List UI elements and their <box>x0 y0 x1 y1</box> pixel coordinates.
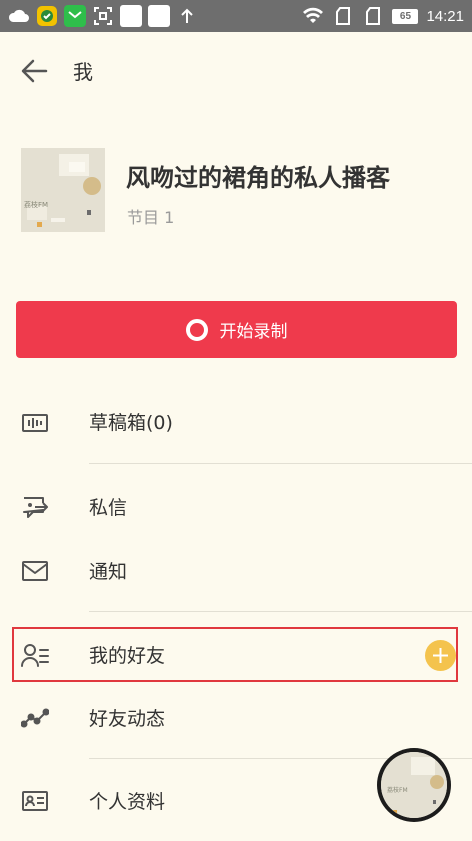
app-icon <box>36 5 58 27</box>
episode-count[interactable]: 节目 1 <box>127 204 174 228</box>
notification-icon <box>120 5 142 27</box>
profile-card-icon <box>21 787 49 815</box>
cloud-icon <box>8 5 30 27</box>
status-bar: 65 14:21 <box>0 0 472 32</box>
menu-divider <box>89 611 472 612</box>
private-message-icon <box>21 493 49 521</box>
activity-trend-icon <box>20 704 50 732</box>
menu-item-label: 个人资料 <box>89 791 166 813</box>
draft-box-icon <box>21 408 49 436</box>
avatar-cover-art <box>21 148 105 232</box>
wifi-icon <box>302 5 324 27</box>
sim-icon <box>362 5 384 27</box>
message-icon <box>64 5 86 27</box>
plus-icon <box>433 648 448 663</box>
top-header: 我 <box>0 32 472 108</box>
notification-icon <box>148 5 170 27</box>
menu-item-label: 草稿箱(0) <box>89 412 173 434</box>
add-friend-button[interactable] <box>425 640 456 671</box>
start-recording-button[interactable]: 开始录制 <box>16 301 457 358</box>
player-brand-text: 荔枝FM <box>387 787 408 794</box>
menu-item-label: 通知 <box>89 561 128 583</box>
menu-item-drafts[interactable]: 草稿箱(0) <box>0 394 472 450</box>
record-button-label: 开始录制 <box>219 322 288 342</box>
status-bar-right: 65 14:21 <box>302 0 464 32</box>
page-title: 我 <box>73 60 93 84</box>
back-button[interactable] <box>18 54 52 88</box>
sim-icon <box>332 5 354 27</box>
scan-icon <box>92 5 114 27</box>
record-icon <box>185 318 208 341</box>
floating-player-button[interactable]: 荔枝FM <box>377 748 451 822</box>
status-bar-left <box>8 0 198 32</box>
podcast-avatar[interactable]: 荔枝FM <box>21 148 105 232</box>
menu-item-private-messages[interactable]: 私信 <box>0 479 472 535</box>
podcast-name: 风吻过的裙角的私人播客 <box>126 164 390 192</box>
menu-item-friend-activity[interactable]: 好友动态 <box>0 690 472 746</box>
menu-item-label: 私信 <box>89 497 128 519</box>
arrow-left-icon <box>21 59 48 83</box>
menu-item-notifications[interactable]: 通知 <box>0 543 472 599</box>
menu-item-label: 好友动态 <box>89 708 166 730</box>
battery-indicator: 65 <box>392 8 419 24</box>
avatar-brand-text: 荔枝FM <box>24 201 49 209</box>
podcast-profile: 荔枝FM 风吻过的裙角的私人播客 节目 1 <box>0 140 472 240</box>
menu-divider <box>89 463 472 464</box>
selection-highlight <box>12 627 458 682</box>
mail-icon <box>21 557 49 585</box>
player-cover-art: 荔枝FM <box>381 752 447 818</box>
status-time: 14:21 <box>426 7 464 25</box>
upload-arrow-icon <box>176 5 198 27</box>
